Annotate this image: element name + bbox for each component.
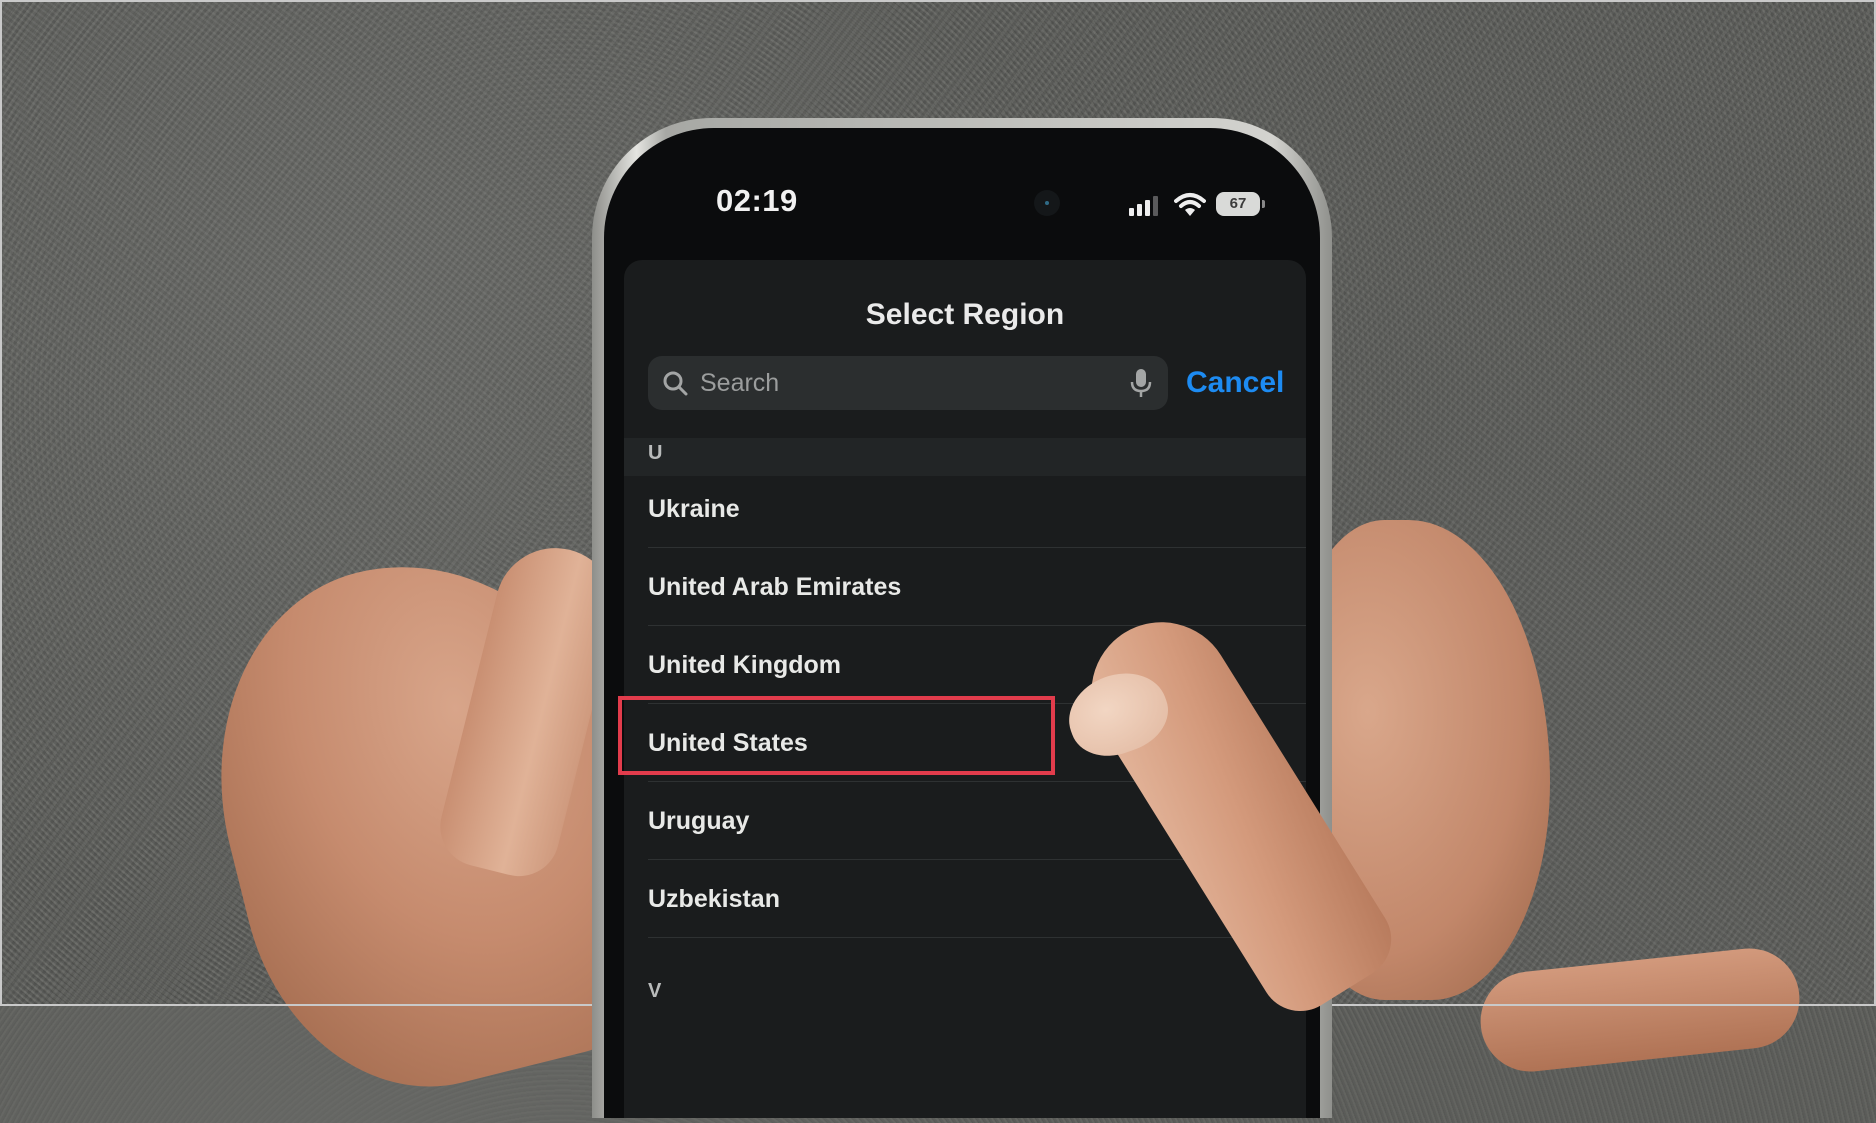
- divider: [648, 937, 1306, 938]
- wifi-icon: [1174, 193, 1206, 216]
- front-camera: [1034, 190, 1060, 216]
- list-item-uzbekistan[interactable]: Uzbekistan: [648, 860, 1306, 938]
- list-item-label: Uzbekistan: [648, 884, 780, 913]
- phone-screen: 02:19 67 Select Region Search Cancel U U…: [604, 128, 1320, 1118]
- highlight-box: [618, 696, 1055, 775]
- list-item-label: Ukraine: [648, 494, 740, 523]
- page-title: Select Region: [865, 298, 1065, 331]
- signal-icon: [1129, 196, 1158, 216]
- section-header-v: V: [648, 980, 662, 1002]
- cancel-button[interactable]: Cancel: [1186, 366, 1284, 400]
- list-item-label: United Kingdom: [648, 650, 842, 679]
- list-item-united-arab-emirates[interactable]: United Arab Emirates: [648, 548, 1306, 626]
- list-item-label: United Arab Emirates: [648, 572, 902, 601]
- search-icon: [663, 371, 688, 396]
- microphone-icon[interactable]: [1130, 368, 1152, 398]
- search-input[interactable]: [698, 367, 1130, 399]
- list-item-label: Uruguay: [648, 806, 750, 835]
- list-item-ukraine[interactable]: Ukraine: [648, 470, 1306, 548]
- search-bar[interactable]: [648, 356, 1168, 410]
- status-time: 02:19: [716, 183, 798, 218]
- phone: 02:19 67 Select Region Search Cancel U U…: [592, 118, 1332, 1118]
- battery-icon: 67: [1216, 192, 1265, 216]
